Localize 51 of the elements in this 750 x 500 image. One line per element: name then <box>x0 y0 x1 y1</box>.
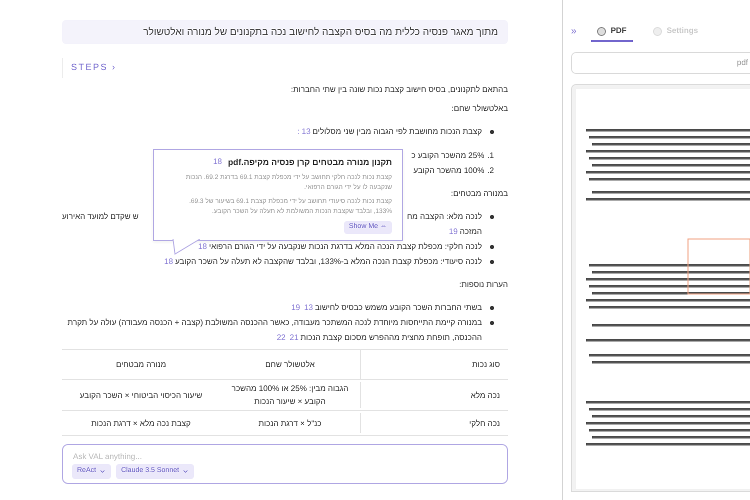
citation-link[interactable]: 13 <box>302 124 311 139</box>
table-cell-text: כנ"ל × דרגת הנכות <box>258 418 322 430</box>
citation-link[interactable]: 19 <box>448 224 458 239</box>
chevron-down-icon <box>182 468 190 475</box>
list-item-text: בשתי החברות השכר הקובע משמש כבסיס לחישוב <box>315 302 482 314</box>
panel-tab[interactable]: PDF <box>590 22 633 42</box>
citation-link[interactable]: 21 <box>290 330 299 345</box>
answer-paragraph: באלטשולר שחם: <box>451 103 508 115</box>
table-cell-text: שיעור הכיסוי הביטוחי × השכר הקובע <box>80 390 202 402</box>
table-cell-text: נכה מלא <box>470 390 500 402</box>
bullet-icon <box>490 130 494 134</box>
chevron-down-icon <box>99 468 106 475</box>
collapse-toggle[interactable]: » <box>571 24 577 39</box>
list-item-text: במנורה קיימת התייחסות מיוחדת לנכה המשתכר מעבודה, כאשר ההכנסה המשולבת (קצבה + הכנסה מעבודה) עולה על תקרת <box>68 317 482 329</box>
bullet-icon <box>490 260 494 264</box>
message-input[interactable]: Ask VAL anything... <box>73 451 497 463</box>
bullet-icon <box>490 214 494 218</box>
table-cell-text: קצבת נכה מלא × דרגת הנכות <box>91 418 191 430</box>
list-item-text: המזכה <box>460 226 482 238</box>
bullet-icon <box>490 244 494 248</box>
bullet-icon <box>490 320 494 324</box>
citation-link[interactable]: 22 <box>276 330 286 345</box>
list-item-text: לנכה סיעודי: מכפלת קצבת הנכה המלא ב-133%, ובלבד שהקצבה לא תעלה על השכר הקובע <box>175 256 482 268</box>
answer-paragraph: הערות נוספות: <box>459 279 508 291</box>
citation-link[interactable]: 18 <box>164 254 174 269</box>
steps-toggle[interactable]: STEPS › <box>71 61 117 75</box>
list-item-text: לנכה חלקי: מכפלת קצבת הנכה המלא בדרגת הנכות שנקבעה על ידי הגורם הרפואי <box>208 241 482 253</box>
list-item-text: לנכה מלא: הקצבה מח <box>407 211 482 223</box>
pdf-search-field[interactable]: pdf <box>571 52 750 74</box>
list-item-text: 25% מהשכר הקובע כ <box>411 150 484 162</box>
citation-link[interactable]: 18 <box>198 239 207 254</box>
punctuation: : <box>297 126 300 138</box>
citation-link[interactable]: 13 <box>304 300 314 315</box>
list-number: 2. <box>487 165 494 177</box>
table-header: סוג נכות <box>472 358 500 370</box>
table-cell-text: נכה חלקי <box>469 418 500 430</box>
table-cell-text: הגבוה מבין: 25% או 100% מהשכר הקובע × שיעור הנכות <box>230 383 350 408</box>
answer-paragraph: במנורה מבטחים: <box>450 188 508 200</box>
list-item-text: 100% מהשכר הקובע <box>413 165 484 177</box>
list-item-text: קצבת הנכות מחושבת לפי הגבוה מבין שני מסלולים <box>312 126 482 138</box>
table-header: מנורה מבטחים <box>116 358 166 370</box>
citation-link[interactable]: 18 <box>213 156 222 168</box>
answer-paragraph: בהתאם לתקנונים, בסיס חישוב קצבת נכות שונה בין שתי החברות: <box>290 84 508 96</box>
citation-link[interactable]: 19 <box>291 300 300 315</box>
list-item-text: ההכנסה, תופחת מחצית מההפרש מסכום קצבת הנכות <box>300 332 482 344</box>
bullet-icon <box>490 306 494 310</box>
table-header: אלטשולר שחם <box>265 358 315 370</box>
list-number: 1. <box>487 150 494 162</box>
list-item-text: ש שקדם למועד האירוע <box>62 211 139 223</box>
question-banner: מתוך מאגר פנסיה כללית מה בסיס הקצבה לחישוב נכה בתקנונים של מנורה ואלטשולר <box>62 20 508 44</box>
popover-title: תקנון מנורה מבטחים קרן פנסיה מקיפה.pdf <box>228 156 392 169</box>
